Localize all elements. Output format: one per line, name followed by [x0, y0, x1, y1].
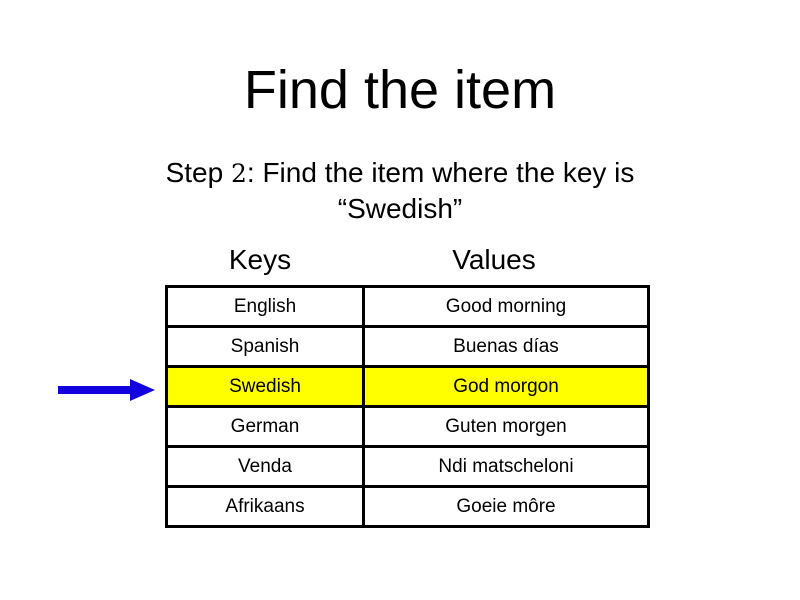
cell-key: German [165, 405, 365, 448]
cell-value: Good morning [362, 285, 650, 328]
key-value-lookup-table: English Good morning Spanish Buenas días… [165, 285, 650, 528]
cell-value: Ndi matscheloni [362, 445, 650, 488]
table-row-highlighted[interactable]: Swedish God morgon [165, 365, 650, 408]
table-row[interactable]: German Guten morgen [165, 405, 650, 448]
cell-key: Swedish [165, 365, 365, 408]
arrow-right-icon [58, 379, 155, 401]
step-instruction: Step 2: Find the item where the key is “… [100, 155, 700, 226]
cell-key: Spanish [165, 325, 365, 368]
column-header-keys: Keys [228, 244, 292, 275]
cell-key: English [165, 285, 365, 328]
step-instruction-suffix: : Find the item where the key is “Swedis… [246, 157, 635, 224]
step-instruction-prefix: Step [165, 157, 231, 188]
cell-value: Guten morgen [362, 405, 650, 448]
cell-value: Goeie môre [362, 485, 650, 528]
cell-key: Venda [165, 445, 365, 488]
table-row[interactable]: English Good morning [165, 285, 650, 328]
cell-value: God morgon [362, 365, 650, 408]
presentation-slide: Find the item Step 2: Find the item wher… [0, 0, 800, 600]
table-body: English Good morning Spanish Buenas días… [165, 285, 650, 528]
column-header-values: Values [452, 244, 536, 275]
cell-key: Afrikaans [165, 485, 365, 528]
table-row[interactable]: Spanish Buenas días [165, 325, 650, 368]
table-column-headers: Keys Values [165, 243, 633, 281]
table-row[interactable]: Afrikaans Goeie môre [165, 485, 650, 528]
step-number: 2 [230, 159, 247, 188]
table-row[interactable]: Venda Ndi matscheloni [165, 445, 650, 488]
cell-value: Buenas días [362, 325, 650, 368]
page-title: Find the item [243, 60, 557, 120]
